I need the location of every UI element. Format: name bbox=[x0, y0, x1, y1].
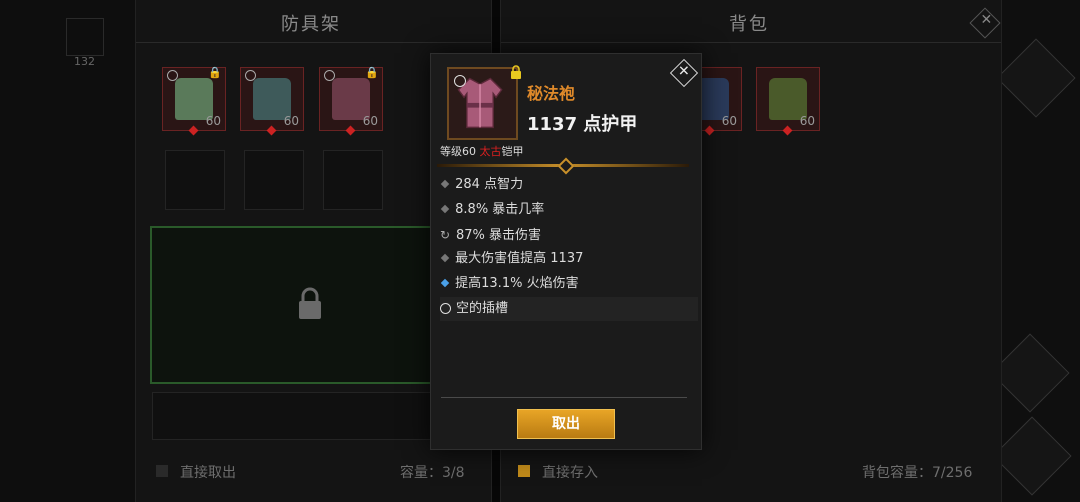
empty-socket-icon bbox=[440, 297, 451, 321]
take-out-label: 直接取出 bbox=[180, 465, 236, 481]
lock-icon bbox=[299, 287, 321, 319]
stat-line: ↻ 87% 暴击伤害 bbox=[440, 223, 698, 247]
item-name: 秘法袍 bbox=[527, 84, 576, 103]
item-icon-frame bbox=[447, 65, 521, 140]
socket-icon bbox=[167, 70, 178, 81]
item-level: 60 bbox=[283, 114, 299, 128]
divider bbox=[136, 42, 491, 43]
socket-icon bbox=[324, 70, 335, 81]
item-detail-dialog: 秘法袍 1137 点护甲 ✕ 等级60 太古铠甲 284 点智力 8.8% 暴击… bbox=[430, 53, 702, 450]
stat-text: 空的插槽 bbox=[456, 301, 509, 316]
armor-rack-item[interactable]: 🔒 60 bbox=[162, 66, 226, 136]
item-level: 60 bbox=[721, 114, 737, 128]
empty-slot[interactable] bbox=[323, 150, 383, 210]
stat-line: 284 点智力 bbox=[440, 173, 698, 197]
item-level: 60 bbox=[205, 114, 221, 128]
rack-capacity: 容量：3/8 bbox=[400, 465, 465, 481]
close-button[interactable]: ✕ bbox=[669, 58, 699, 88]
side-chest-button[interactable] bbox=[996, 38, 1076, 118]
deposit-label: 直接存入 bbox=[542, 465, 598, 481]
level-prefix: 等级60 bbox=[440, 145, 480, 158]
empty-slot[interactable] bbox=[244, 150, 304, 210]
close-icon: ✕ bbox=[980, 12, 993, 29]
backpack-capacity: 背包容量：7/256 bbox=[862, 465, 973, 481]
stat-line: 提高13.1% 火焰伤害 bbox=[440, 272, 698, 296]
panel-title: 防具架 bbox=[281, 14, 341, 35]
side-menu-button[interactable] bbox=[992, 416, 1072, 496]
stat-text: 提高13.1% 火焰伤害 bbox=[455, 276, 579, 291]
deposit-checkbox[interactable] bbox=[518, 465, 530, 477]
take-out-checkbox[interactable] bbox=[156, 465, 168, 477]
lock-icon: 🔒 bbox=[365, 66, 379, 79]
side-potion-button[interactable] bbox=[990, 333, 1070, 413]
side-badge: 132 bbox=[74, 55, 95, 68]
backpack-item[interactable]: 60 bbox=[756, 67, 820, 136]
blue-diamond-bullet-icon bbox=[440, 278, 450, 288]
stat-text: 8.8% 暴击几率 bbox=[455, 202, 545, 217]
empty-socket-line[interactable]: 空的插槽 bbox=[440, 297, 698, 321]
empty-socket-icon bbox=[454, 75, 466, 87]
stat-line: 最大伤害值提高 1137 bbox=[440, 247, 698, 271]
item-level-line: 等级60 太古铠甲 bbox=[440, 143, 524, 159]
lock-icon bbox=[511, 65, 521, 79]
empty-slot-row bbox=[152, 392, 434, 440]
stat-text: 87% 暴击伤害 bbox=[456, 228, 542, 243]
divider bbox=[501, 42, 1001, 43]
panel-title: 背包 bbox=[729, 14, 769, 35]
stat-text: 284 点智力 bbox=[455, 177, 524, 192]
item-level: 60 bbox=[799, 114, 815, 128]
stat-line: 8.8% 暴击几率 bbox=[440, 198, 698, 222]
divider-diamond-icon bbox=[557, 157, 575, 175]
socket-icon bbox=[245, 70, 256, 81]
ancient-tag: 太古 bbox=[479, 145, 502, 158]
divider bbox=[441, 397, 687, 398]
left-edge-area: 132 bbox=[0, 0, 135, 502]
empty-slot[interactable] bbox=[165, 150, 225, 210]
take-out-button[interactable]: 取出 bbox=[517, 409, 615, 439]
close-icon: ✕ bbox=[678, 63, 690, 80]
level-suffix: 铠甲 bbox=[501, 145, 524, 158]
diamond-bullet-icon bbox=[440, 253, 450, 263]
item-level: 60 bbox=[362, 114, 378, 128]
armor-rack-item[interactable]: 60 bbox=[240, 67, 304, 136]
right-edge-area bbox=[990, 0, 1080, 502]
armor-rack-item[interactable]: 🔒 60 bbox=[319, 66, 383, 136]
side-slot[interactable] bbox=[66, 18, 104, 56]
stat-text: 最大伤害值提高 1137 bbox=[455, 251, 584, 266]
lock-icon: 🔒 bbox=[208, 66, 222, 79]
diamond-bullet-icon bbox=[440, 179, 450, 189]
armor-value: 1137 点护甲 bbox=[527, 114, 638, 135]
diamond-bullet-icon bbox=[440, 204, 450, 214]
reroll-icon: ↻ bbox=[440, 228, 451, 242]
